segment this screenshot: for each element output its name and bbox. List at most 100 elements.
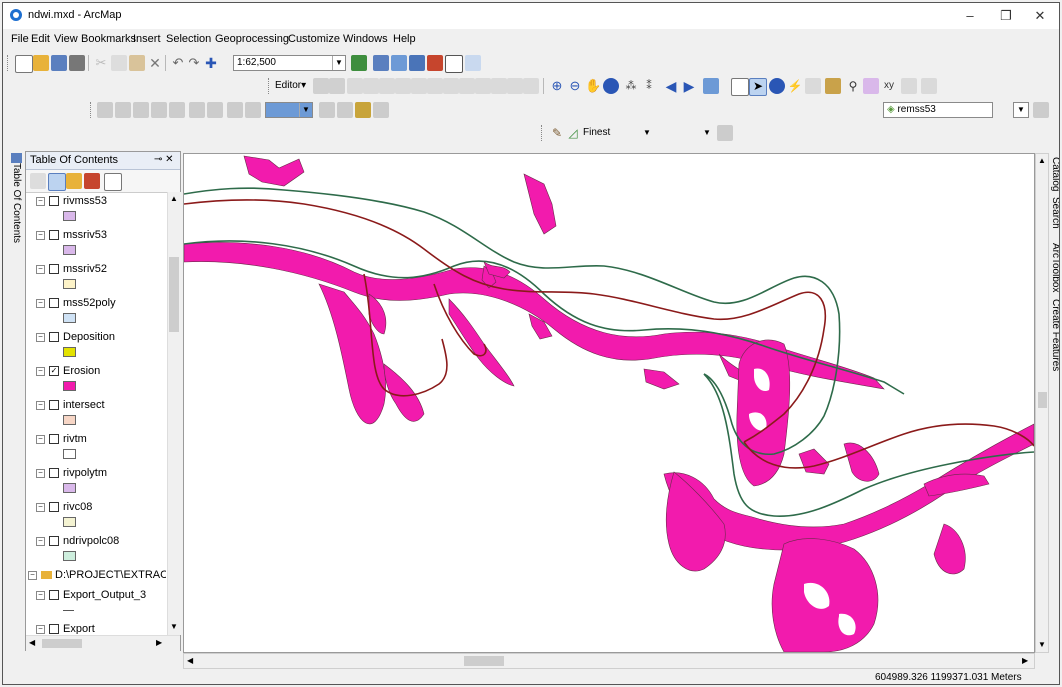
layer-visibility-checkbox[interactable]: ✓ <box>49 366 59 377</box>
menu-file[interactable]: File <box>11 33 29 45</box>
time-slider-icon[interactable] <box>901 78 917 94</box>
zoom-in-icon[interactable]: ⊕ <box>549 78 565 94</box>
menu-windows[interactable]: Windows <box>343 33 388 45</box>
rotate-icon[interactable] <box>475 78 491 94</box>
map-horizontal-scrollbar[interactable]: ◀ ▶ <box>183 653 1035 669</box>
pencil-icon[interactable]: ✎ <box>549 125 565 141</box>
toc-horizontal-scrollbar[interactable]: ◀ ▶ <box>26 635 180 651</box>
collapse-icon[interactable]: − <box>28 570 37 580</box>
layer-visibility-checkbox[interactable] <box>49 264 59 275</box>
draw-marker-icon[interactable] <box>319 102 335 118</box>
draw-text-icon[interactable] <box>189 102 205 118</box>
catalog-window-icon[interactable] <box>391 55 407 71</box>
collapse-icon[interactable]: − <box>36 332 45 342</box>
scroll-down-icon[interactable]: ▼ <box>170 622 178 631</box>
sketch-properties-icon[interactable] <box>507 78 523 94</box>
collapse-icon[interactable]: − <box>36 468 45 478</box>
chevron-down-icon[interactable]: ▼ <box>643 125 651 141</box>
collapse-icon[interactable]: − <box>36 502 45 512</box>
cut-icon[interactable]: ✂ <box>93 55 109 71</box>
collapse-icon[interactable]: − <box>36 230 45 240</box>
layer-item[interactable]: − rivc08 <box>36 500 92 514</box>
html-popup-icon[interactable] <box>805 78 821 94</box>
copy-icon[interactable] <box>111 55 127 71</box>
layer-item[interactable]: − mssriv52 <box>36 262 107 276</box>
layer-symbol-swatch[interactable] <box>63 551 76 561</box>
layer-item[interactable]: − Export_Output_3 <box>36 588 146 602</box>
open-folder-icon[interactable] <box>33 55 49 71</box>
layer-visibility-checkbox[interactable] <box>49 502 59 513</box>
toc-side-tab[interactable]: Table Of Contents <box>11 153 22 273</box>
target-layer-combo[interactable]: ◈ remss53 <box>883 102 993 118</box>
create-features-icon[interactable] <box>523 78 539 94</box>
menu-customize[interactable]: Customize <box>288 33 340 45</box>
collapse-icon[interactable]: − <box>36 366 45 376</box>
editor-toolbar-toggle-icon[interactable] <box>351 55 367 71</box>
chevron-down-icon[interactable]: ▼ <box>332 56 345 70</box>
point-icon[interactable] <box>395 78 411 94</box>
collapse-icon[interactable]: − <box>36 590 45 600</box>
redo-icon[interactable]: ↷ <box>186 55 202 71</box>
identify-icon[interactable] <box>769 78 785 94</box>
draw-shadow-icon[interactable] <box>337 102 353 118</box>
menu-bookmarks[interactable]: Bookmarks <box>81 33 136 45</box>
menu-edit[interactable]: Edit <box>31 33 50 45</box>
draw-rotate-icon[interactable] <box>115 102 131 118</box>
chevron-down-icon[interactable]: ▼ <box>299 103 312 117</box>
collapse-icon[interactable]: − <box>36 434 45 444</box>
layer-visibility-checkbox[interactable] <box>49 590 59 601</box>
line-chart-icon[interactable]: ◿ <box>565 125 581 141</box>
data-source-group[interactable]: − D:\PROJECT\EXTRACT <box>28 568 166 582</box>
python-window-icon[interactable] <box>445 55 463 73</box>
layer-visibility-checkbox[interactable] <box>49 298 59 309</box>
paste-icon[interactable] <box>129 55 145 71</box>
map-display[interactable] <box>183 153 1035 653</box>
toolbar-grip[interactable] <box>7 55 11 71</box>
collapse-icon[interactable]: − <box>36 264 45 274</box>
layer-name[interactable]: mssriv53 <box>63 229 107 241</box>
draw-pan-icon[interactable] <box>151 102 167 118</box>
layer-visibility-checkbox[interactable] <box>49 536 59 547</box>
draw-line-icon[interactable] <box>245 102 261 118</box>
layer-symbol-swatch[interactable] <box>63 415 76 425</box>
pan-hand-icon[interactable]: ✋ <box>585 78 601 94</box>
toc-scroll-thumb[interactable] <box>169 257 179 332</box>
list-by-source-icon[interactable] <box>48 173 66 191</box>
layer-name[interactable]: ndrivpolc08 <box>63 535 119 547</box>
chevron-down-icon[interactable]: ▼ <box>1014 103 1028 117</box>
find-route-icon[interactable] <box>863 78 879 94</box>
scroll-up-icon[interactable]: ▲ <box>1038 156 1046 165</box>
layer-item[interactable]: − rivpolytm <box>36 466 107 480</box>
scroll-up-icon[interactable]: ▲ <box>170 194 178 203</box>
layer-visibility-checkbox[interactable] <box>49 332 59 343</box>
search-tab[interactable]: Search <box>1050 197 1059 229</box>
scroll-down-icon[interactable]: ▼ <box>1038 640 1046 649</box>
draw-fill-icon[interactable] <box>227 102 243 118</box>
draw-image-icon[interactable] <box>355 102 371 118</box>
split-icon[interactable] <box>459 78 475 94</box>
table-of-contents-window-icon[interactable] <box>373 55 389 71</box>
layer-symbol-swatch[interactable] <box>63 245 76 255</box>
scroll-left-icon[interactable]: ◀ <box>29 638 35 647</box>
edit-tool-icon[interactable] <box>313 78 329 94</box>
draw-rectangle-icon[interactable] <box>169 102 185 118</box>
back-arrow-icon[interactable]: ◀ <box>663 78 679 94</box>
attributes-icon[interactable] <box>491 78 507 94</box>
menu-help[interactable]: Help <box>393 33 416 45</box>
reshape-icon[interactable] <box>427 78 443 94</box>
restore-button[interactable]: ❐ <box>989 7 1023 25</box>
collapse-icon[interactable]: − <box>36 536 45 546</box>
collapse-icon[interactable]: − <box>36 196 45 206</box>
layer-name[interactable]: Export_Output_3 <box>63 589 146 601</box>
layer-visibility-checkbox[interactable] <box>49 434 59 445</box>
layer-visibility-checkbox[interactable] <box>49 230 59 241</box>
map-vertical-scrollbar[interactable]: ▲ ▼ <box>1035 153 1049 653</box>
fixed-zoom-out-icon[interactable]: ⁑ <box>641 78 657 94</box>
forward-arrow-icon[interactable]: ▶ <box>681 78 697 94</box>
layer-name[interactable]: rivmss53 <box>63 195 107 207</box>
layer-visibility-checkbox[interactable] <box>49 624 59 634</box>
catalog-tab[interactable]: Catalog <box>1050 157 1059 191</box>
go-to-xy-icon[interactable]: xy <box>881 78 897 94</box>
menu-selection[interactable]: Selection <box>166 33 211 45</box>
layer-name[interactable]: mssriv52 <box>63 263 107 275</box>
